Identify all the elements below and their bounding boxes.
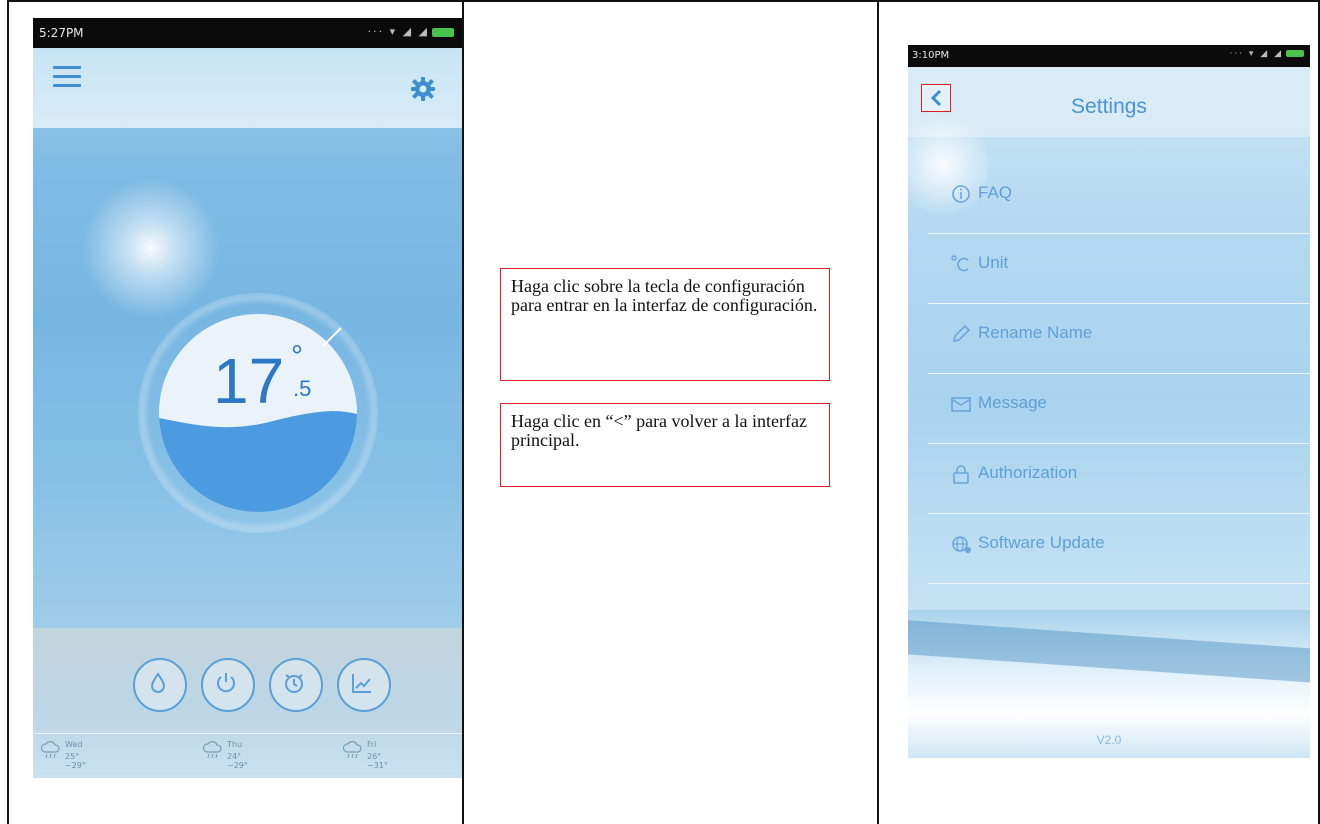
status-time: 5:27PM xyxy=(39,26,84,40)
menu-icon[interactable] xyxy=(53,66,81,88)
cloud-rain-icon xyxy=(202,741,222,759)
app-header xyxy=(33,48,462,128)
signal-icons: ··· ▾ ◢ ◢ xyxy=(368,25,454,38)
forecast-day-label: Thu xyxy=(227,740,243,749)
app-version: V2.0 xyxy=(1096,733,1122,747)
table-border-top xyxy=(7,0,1320,2)
settings-item-authorization[interactable]: Authorization xyxy=(928,443,1310,514)
settings-item-label: FAQ xyxy=(978,183,1013,202)
timer-button[interactable] xyxy=(269,658,323,712)
forecast-day-label: Fri xyxy=(367,740,377,749)
settings-interface-screenshot: 3:10PM ··· ▾ ◢ ◢ Settings FAQ Unit Renam… xyxy=(908,45,1310,758)
status-time: 3:10PM xyxy=(912,50,950,61)
annotation-back-instruction: Haga clic en “<” para volver a la interf… xyxy=(500,403,830,487)
forecast-divider xyxy=(33,733,462,734)
gear-icon[interactable] xyxy=(410,76,436,102)
forecast-day-label: Wed xyxy=(65,740,83,749)
battery-icon xyxy=(1286,50,1304,57)
forecast-day-2: Thu 24° ~29° xyxy=(201,740,248,770)
dial-handle[interactable] xyxy=(319,324,345,350)
forecast-temp-range: 26° ~31° xyxy=(367,752,388,770)
page-title: Settings xyxy=(1071,95,1147,118)
settings-item-label: Message xyxy=(978,393,1047,412)
status-bar: 3:10PM ··· ▾ ◢ ◢ xyxy=(908,45,1310,67)
cloud-rain-icon xyxy=(342,741,362,759)
table-divider-1 xyxy=(462,0,464,824)
settings-item-label: Unit xyxy=(978,253,1009,272)
temperature-value: 17 xyxy=(213,345,285,417)
table-divider-2 xyxy=(877,0,879,824)
table-border-left xyxy=(7,0,9,824)
forecast-temp-range: 25° ~29° xyxy=(65,752,86,770)
annotation-settings-instruction: Haga clic sobre la tecla de configuració… xyxy=(500,268,830,381)
forecast-temp-range: 24° ~29° xyxy=(227,752,248,770)
signal-icons: ··· ▾ ◢ ◢ xyxy=(1229,49,1304,59)
sun-glare xyxy=(81,178,221,318)
statistics-button[interactable] xyxy=(337,658,391,712)
forecast-day-3: Fri 26° ~31° xyxy=(341,740,388,770)
settings-item-faq[interactable]: FAQ xyxy=(928,163,1310,234)
settings-item-unit[interactable]: Unit xyxy=(928,233,1310,304)
globe-update-icon xyxy=(952,536,971,553)
power-button[interactable] xyxy=(201,658,255,712)
celsius-icon xyxy=(951,255,969,272)
info-icon xyxy=(952,185,970,203)
dehumidify-button[interactable] xyxy=(133,658,187,712)
status-bar: 5:27PM ··· ▾ ◢ ◢ xyxy=(33,18,462,48)
battery-icon xyxy=(432,27,454,37)
settings-item-label: Rename Name xyxy=(978,323,1093,342)
cloud-rain-icon xyxy=(40,741,60,759)
forecast-day-1: Wed 25° ~29° xyxy=(39,740,86,770)
settings-item-label: Software Update xyxy=(978,533,1105,552)
settings-item-label: Authorization xyxy=(978,463,1078,482)
settings-item-software-update[interactable]: Software Update xyxy=(928,513,1310,584)
dehumidify-icon xyxy=(150,672,166,693)
settings-item-message[interactable]: Message xyxy=(928,373,1310,444)
settings-item-rename[interactable]: Rename Name xyxy=(928,303,1310,374)
envelope-icon xyxy=(951,397,971,412)
temperature-decimal: .5 xyxy=(293,376,312,401)
chart-icon xyxy=(352,674,371,693)
temperature-degree: ° xyxy=(291,340,303,373)
power-icon xyxy=(217,673,235,693)
lock-icon xyxy=(953,465,969,484)
pencil-icon xyxy=(952,324,971,343)
alarm-clock-icon xyxy=(285,674,303,693)
main-interface-screenshot: 5:27PM ··· ▾ ◢ ◢ 17 ° .5 Wed 25° ~29° Th… xyxy=(33,18,462,778)
